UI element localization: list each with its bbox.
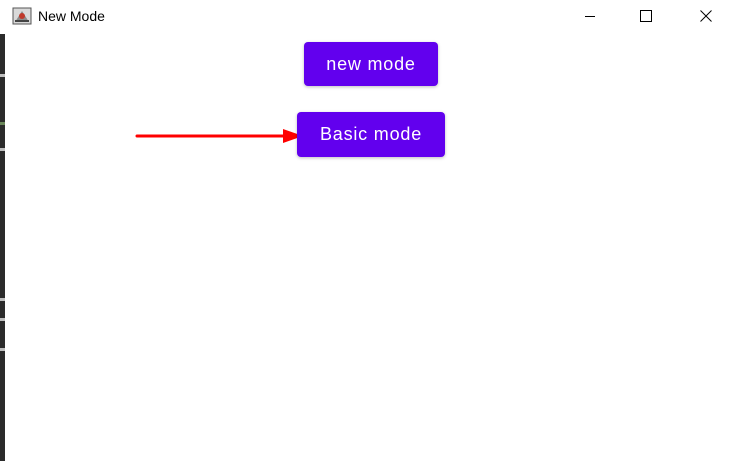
maximize-icon <box>640 10 652 22</box>
java-app-icon <box>12 7 32 25</box>
close-icon <box>700 10 712 22</box>
title-bar[interactable]: New Mode <box>0 0 735 32</box>
red-arrow-annotation <box>135 129 303 143</box>
minimize-button[interactable] <box>567 0 613 32</box>
app-window: New Mode new mode Basic mode <box>0 0 735 461</box>
basic-mode-button[interactable]: Basic mode <box>297 112 445 157</box>
new-mode-button[interactable]: new mode <box>304 42 438 86</box>
close-button[interactable] <box>683 0 729 32</box>
window-title: New Mode <box>38 8 105 24</box>
content-pane: new mode Basic mode <box>5 32 735 461</box>
maximize-button[interactable] <box>623 0 669 32</box>
minimize-icon <box>585 16 595 17</box>
